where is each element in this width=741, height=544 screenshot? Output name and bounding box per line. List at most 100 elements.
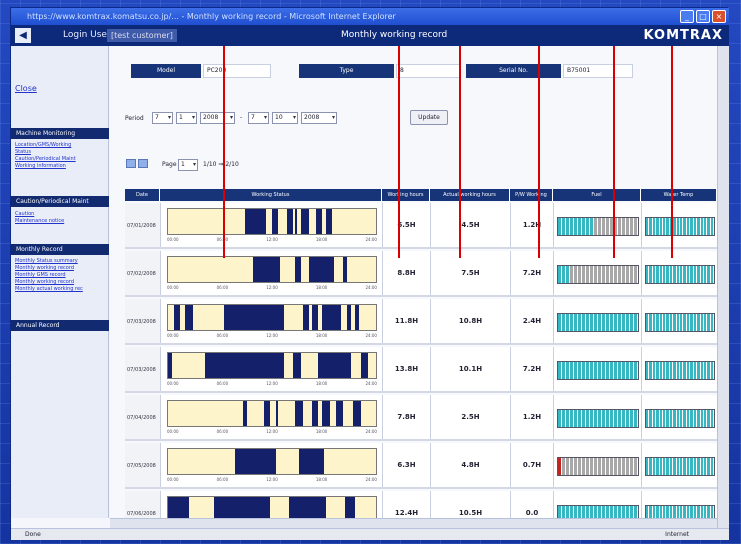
working-status-bar [167,352,377,379]
page-range: 1/10 ⇒ 2/10 [203,161,239,168]
time-tick-label: 24:00 [365,237,377,242]
time-tick-label: 06:00 [216,477,229,482]
window-title: https://www.komtrax.komatsu.co.jp/... - … [27,12,396,21]
time-tick-label: 12:00 [266,477,278,482]
working-hours-value: 13.8H [382,347,430,391]
close-window-icon[interactable]: × [712,10,726,23]
running-segment [205,353,285,378]
sidebar-link[interactable]: Monthly working record [15,265,74,271]
next-page-icon[interactable] [138,159,148,168]
running-segment [168,353,173,378]
browser-window: https://www.komtrax.komatsu.co.jp/... - … [10,7,729,540]
time-tick-label: 24:00 [365,285,377,290]
fuel-gauge-cell [553,395,641,439]
from-day-select[interactable]: 1 [176,112,197,124]
to-month-select[interactable]: 7 [248,112,269,124]
fuel-gauge [557,217,639,236]
main-content: Model PC200 Type 8 Serial No. B75001 Per… [110,46,717,518]
working-status-bar [167,304,377,331]
sidebar-section-annual-record[interactable]: Annual Record [11,320,109,331]
maximize-icon[interactable]: □ [696,10,710,23]
table-row: 07/01/200800:0006:0012:0018:0024:006.5H4… [125,203,717,249]
annotation-line [398,46,400,258]
model-value: PC200 [203,64,271,78]
fuel-gauge-cell [553,251,641,295]
sidebar-section-machine-monitoring[interactable]: Machine Monitoring [11,128,109,139]
sidebar-section-caution[interactable]: Caution/Periodical Maint [11,196,109,207]
minimize-icon[interactable]: _ [680,10,694,23]
sidebar-close-link[interactable]: Close [15,84,37,93]
running-segment [234,449,277,474]
working-hours-value: 6.3H [382,443,430,487]
running-segment [336,401,343,426]
time-tick-label: 18:00 [315,333,328,338]
time-tick-label: 06:00 [216,333,229,338]
gauge-cell [710,266,715,283]
running-segment [294,257,302,282]
sidebar-link[interactable]: Monthly working record [15,279,74,285]
gauge-cell [710,314,715,331]
time-axis: 00:0006:0012:0018:0024:00 [167,429,377,434]
working-status-bar [167,496,377,518]
fuel-gauge-cell [553,299,641,343]
annotation-line [671,46,673,258]
working-status-cell: 00:0006:0012:0018:0024:00 [160,347,382,391]
fuel-gauge-cell [553,347,641,391]
working-status-cell: 00:0006:0012:0018:0024:00 [160,491,382,518]
time-tick-label: 18:00 [315,285,328,290]
sidebar-link[interactable]: Caution [15,211,34,217]
running-segment [321,401,331,426]
komtrax-logo: KOMTRAX [643,28,723,43]
running-segment [213,497,270,518]
update-button[interactable]: Update [410,110,448,125]
from-year-select[interactable]: 2008 [200,112,235,124]
time-axis: 00:0006:0012:0018:0024:00 [167,237,377,242]
fuel-gauge [557,457,639,476]
running-segment [326,209,333,234]
actual-hours-value: 10.8H [430,299,510,343]
gauge-cell [710,410,715,427]
time-tick-label: 18:00 [315,477,328,482]
sidebar-link[interactable]: Maintenance notice [15,218,64,224]
annotation-line [538,46,540,258]
time-tick-label: 12:00 [266,333,278,338]
vertical-scrollbar[interactable] [717,46,729,528]
row-date: 07/01/2008 [127,223,156,229]
running-segment [346,305,352,330]
sidebar-link[interactable]: Caution/Periodical Maint [15,156,76,162]
back-arrow-icon[interactable]: ◀ [15,28,31,43]
running-segment [276,401,279,426]
actual-hours-value: 10.1H [430,347,510,391]
working-hours-value: 12.4H [382,491,430,518]
working-hours-value: 8.8H [382,251,430,295]
water-temp-gauge [645,505,715,518]
status-text: Done [25,531,41,538]
horizontal-scrollbar[interactable] [110,518,717,528]
running-segment [303,305,310,330]
page-select[interactable]: 1 [178,159,198,171]
prev-page-icon[interactable] [126,159,136,168]
working-hours-value: 6.5H [382,203,430,247]
actual-hours-value: 2.5H [430,395,510,439]
window-titlebar: https://www.komtrax.komatsu.co.jp/... - … [11,8,729,25]
time-tick-label: 18:00 [315,429,328,434]
working-status-bar [167,448,377,475]
to-year-select[interactable]: 2008 [301,112,337,124]
pw-working-value: 2.4H [510,299,553,343]
sidebar-link[interactable]: Monthly actual working rec [15,286,83,292]
sidebar-section-monthly-record[interactable]: Monthly Record [11,244,109,255]
running-segment [294,209,297,234]
fuel-gauge [557,265,639,284]
time-tick-label: 00:00 [167,237,179,242]
row-date: 07/02/2008 [127,271,156,277]
sidebar-link[interactable]: Working information [15,163,66,169]
time-tick-label: 06:00 [216,381,229,386]
sidebar-link[interactable]: Location/GMS/Working [15,142,71,148]
working-hours-value: 7.8H [382,395,430,439]
from-month-select[interactable]: 7 [152,112,173,124]
sidebar-link[interactable]: Monthly GMS record [15,272,66,278]
sidebar-link[interactable]: Status [15,149,31,155]
sidebar-link[interactable]: Monthly Status summary [15,258,78,264]
time-axis: 00:0006:0012:0018:0024:00 [167,333,377,338]
to-day-select[interactable]: 10 [272,112,298,124]
